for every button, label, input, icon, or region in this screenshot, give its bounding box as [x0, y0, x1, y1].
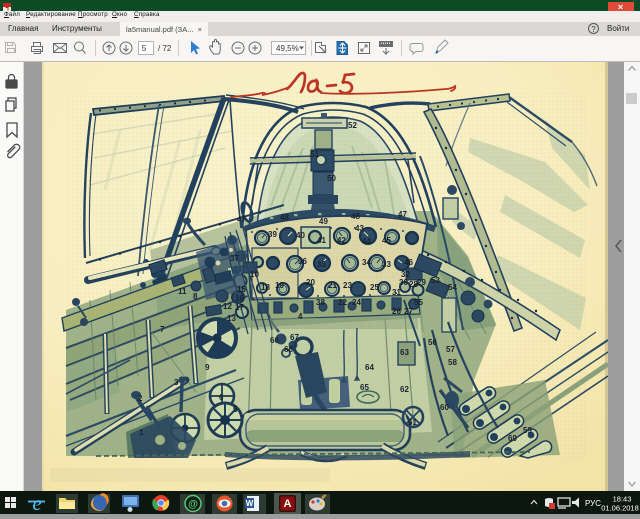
svg-text:/ 72: / 72	[158, 44, 172, 53]
svg-text:W: W	[246, 499, 254, 508]
svg-text:5: 5	[142, 44, 147, 53]
svg-text:18:43: 18:43	[613, 495, 632, 504]
svg-text:A: A	[284, 498, 292, 510]
svg-text:49,5%: 49,5%	[276, 44, 299, 53]
svg-text:e: e	[32, 491, 41, 514]
svg-text:01.06.2018: 01.06.2018	[601, 504, 639, 513]
svg-text:РУС: РУС	[585, 499, 601, 508]
svg-text:@: @	[188, 499, 198, 510]
